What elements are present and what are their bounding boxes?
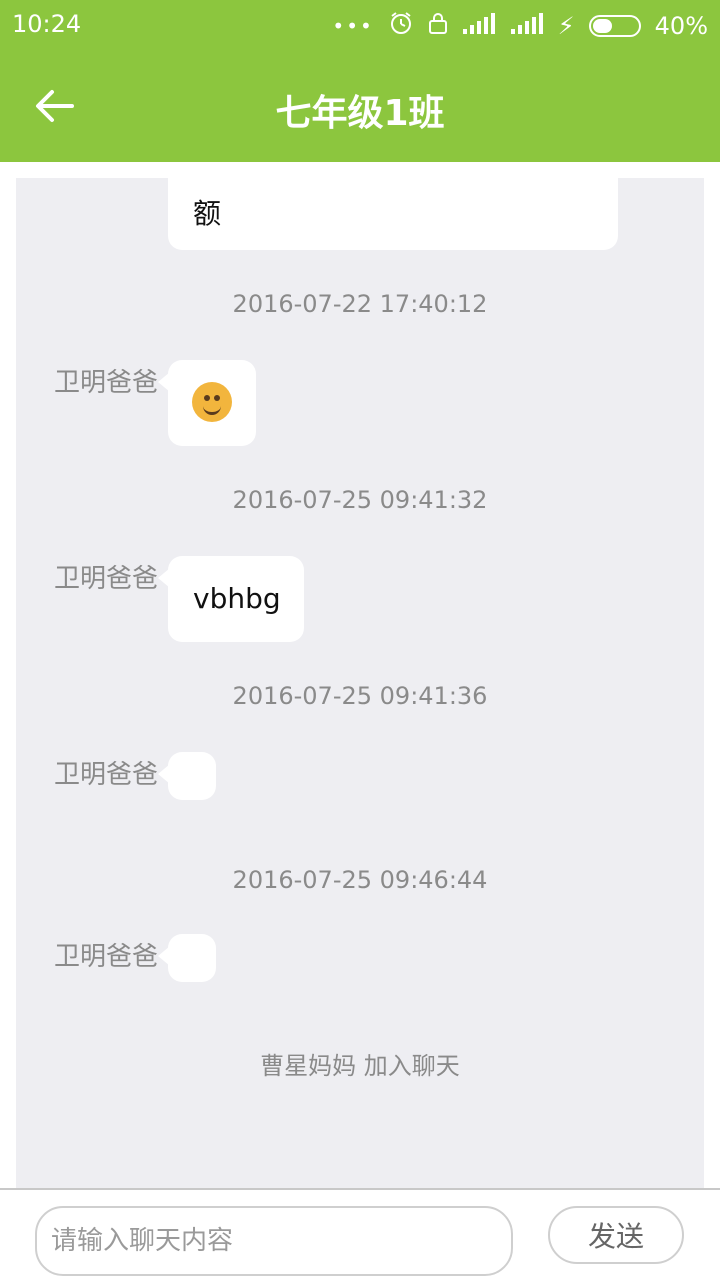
message-bubble[interactable] <box>158 934 216 982</box>
message-timestamp: 2016-07-25 09:41:32 <box>232 486 488 514</box>
message-sender: 卫明爸爸 <box>54 760 159 790</box>
battery-fill <box>592 19 612 33</box>
message-text: vbhbg <box>193 582 281 615</box>
status-time: 10:24 <box>12 10 82 38</box>
chat-input[interactable] <box>35 1206 513 1276</box>
battery-icon <box>588 15 641 37</box>
send-button[interactable]: 发送 <box>548 1206 684 1264</box>
message-timestamp: 2016-07-25 09:46:44 <box>232 866 488 894</box>
system-message: 曹星妈妈 加入聊天 <box>260 1052 460 1080</box>
page-title: 七年级1班 <box>275 93 445 134</box>
status-icons: ••• ⚡ 40% <box>332 10 708 42</box>
message-bubble-partial: 额 <box>168 178 618 250</box>
bolt-icon: ⚡ <box>557 12 575 40</box>
lock-icon <box>428 11 448 41</box>
smile-emoji-icon <box>192 382 232 422</box>
message-bubble[interactable]: vbhbg <box>158 556 304 642</box>
message-bubble[interactable] <box>158 360 256 446</box>
app-bar: 七年级1班 <box>0 50 720 162</box>
composer-bar: 发送 <box>0 1188 720 1280</box>
battery-percent: 40% <box>654 12 708 40</box>
header-gap <box>0 162 720 178</box>
message-sender: 卫明爸爸 <box>54 942 159 972</box>
message-timestamp: 2016-07-22 17:40:12 <box>232 290 488 318</box>
signal-icon <box>462 11 496 41</box>
message-timestamp: 2016-07-25 09:41:36 <box>232 682 488 710</box>
message-sender: 卫明爸爸 <box>54 368 159 398</box>
message-bubble[interactable] <box>158 752 216 800</box>
emoji-eye <box>204 395 210 401</box>
message-text: 额 <box>193 197 222 230</box>
emoji-mouth <box>203 402 221 415</box>
signal-icon <box>510 11 544 41</box>
more-dots-icon: ••• <box>332 14 374 38</box>
emoji-eye <box>214 395 220 401</box>
chat-area[interactable]: 额 2016-07-22 17:40:12 卫明爸爸 2016-07-25 09… <box>16 178 704 1190</box>
alarm-icon <box>388 10 414 42</box>
message-sender: 卫明爸爸 <box>54 564 159 594</box>
status-bar: 10:24 ••• ⚡ 40% <box>0 0 720 50</box>
